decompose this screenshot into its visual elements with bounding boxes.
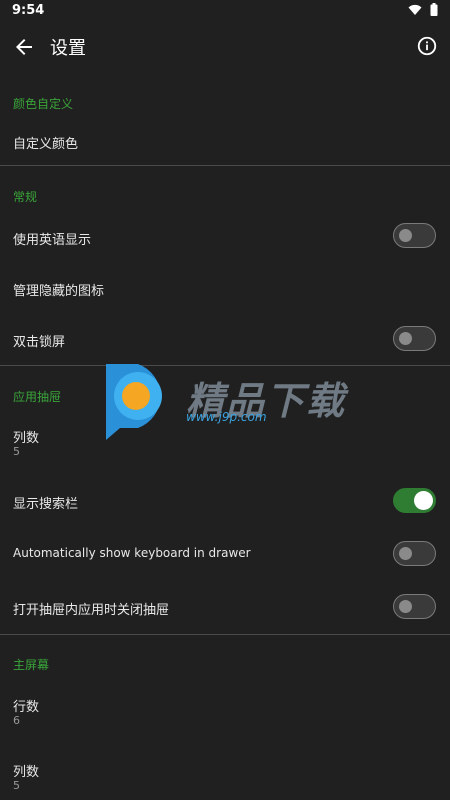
double-tap-lock-toggle[interactable] <box>393 326 436 351</box>
english-display-label: 使用英语显示 <box>13 233 92 248</box>
show-search-bar-toggle[interactable] <box>393 488 436 513</box>
info-icon <box>417 36 437 56</box>
home-columns-item[interactable]: 列数 5 <box>0 755 450 795</box>
toggle-knob <box>399 332 412 345</box>
double-tap-lock-item[interactable]: 双击锁屏 <box>0 322 450 356</box>
show-search-bar-label: 显示搜索栏 <box>13 497 79 512</box>
back-button[interactable] <box>12 35 36 59</box>
toggle-knob <box>399 229 412 242</box>
drawer-columns-item[interactable]: 列数 5 <box>0 420 450 460</box>
battery-icon <box>430 3 438 16</box>
manage-hidden-icons-label: 管理隐藏的图标 <box>13 284 105 299</box>
home-columns-label: 列数 <box>13 765 40 780</box>
close-on-open-label: 打开抽屉内应用时关闭抽屉 <box>13 603 170 618</box>
divider <box>0 365 450 366</box>
toggle-knob <box>414 491 433 510</box>
close-on-open-toggle[interactable] <box>393 594 436 619</box>
status-bar: 9:54 <box>0 0 450 22</box>
auto-keyboard-label: Automatically show keyboard in drawer <box>13 546 251 560</box>
divider <box>0 165 450 166</box>
home-columns-value: 5 <box>13 779 20 792</box>
app-bar: 设置 <box>0 22 450 72</box>
divider <box>0 634 450 635</box>
custom-color-label: 自定义颜色 <box>13 137 79 152</box>
section-header-general: 常规 <box>13 190 38 204</box>
toggle-knob <box>399 547 412 560</box>
arrow-back-icon <box>16 39 32 55</box>
drawer-columns-value: 5 <box>13 445 20 458</box>
custom-color-item[interactable]: 自定义颜色 <box>0 125 450 159</box>
home-rows-label: 行数 <box>13 700 40 715</box>
status-time: 9:54 <box>12 3 45 18</box>
toggle-knob <box>399 600 412 613</box>
section-header-home: 主屏幕 <box>13 658 50 672</box>
manage-hidden-icons-item[interactable]: 管理隐藏的图标 <box>0 272 450 306</box>
close-on-open-item[interactable]: 打开抽屉内应用时关闭抽屉 <box>0 590 450 624</box>
show-search-bar-item[interactable]: 显示搜索栏 <box>0 485 450 519</box>
auto-keyboard-item[interactable]: Automatically show keyboard in drawer <box>0 537 450 571</box>
section-header-drawer: 应用抽屉 <box>13 390 62 404</box>
english-display-toggle[interactable] <box>393 223 436 248</box>
section-header-color: 颜色自定义 <box>13 97 74 111</box>
home-rows-value: 6 <box>13 714 20 727</box>
info-button[interactable] <box>416 35 440 59</box>
double-tap-lock-label: 双击锁屏 <box>13 335 66 350</box>
home-rows-item[interactable]: 行数 6 <box>0 690 450 730</box>
wifi-icon <box>408 4 422 15</box>
watermark-title: 精品下载 <box>186 379 347 423</box>
english-display-item[interactable]: 使用英语显示 <box>0 220 450 254</box>
drawer-columns-label: 列数 <box>13 431 40 446</box>
auto-keyboard-toggle[interactable] <box>393 541 436 566</box>
page-title: 设置 <box>50 38 86 59</box>
status-icons <box>408 3 438 16</box>
